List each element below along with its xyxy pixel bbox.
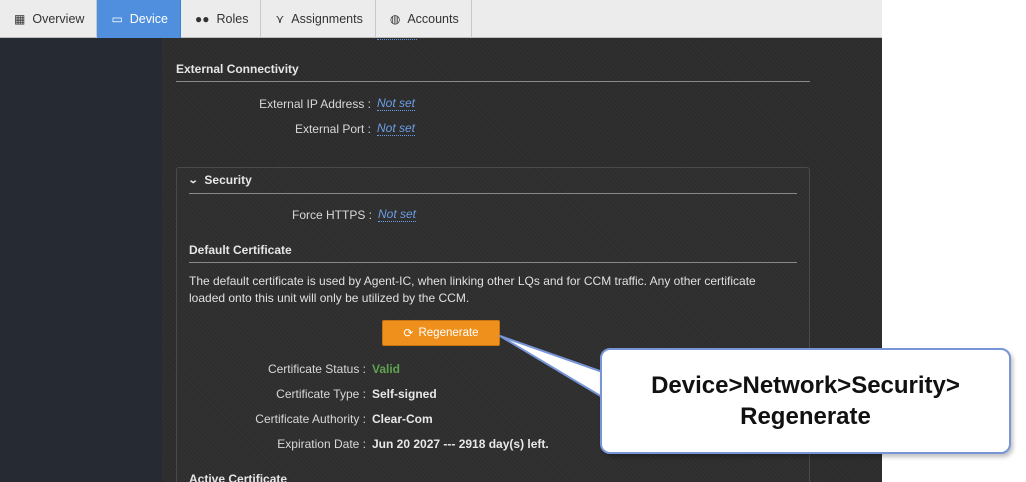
- expiration-date-value: Jun 20 2027 --- 2918 day(s) left.: [372, 437, 549, 451]
- divider: [176, 81, 810, 82]
- certificate-authority-row: Certificate Authority : Clear-Com: [189, 411, 433, 427]
- divider: [189, 262, 797, 263]
- annotation-callout: Device>Network>Security> Regenerate: [600, 348, 1011, 454]
- default-certificate-title: Default Certificate: [189, 243, 292, 257]
- tab-device[interactable]: ▭ Device: [97, 0, 181, 38]
- force-https-label: Force HTTPS :: [291, 208, 372, 222]
- certificate-status-value: Valid: [372, 362, 401, 376]
- default-certificate-description: The default certificate is used by Agent…: [189, 274, 756, 305]
- external-ip-label: External IP Address :: [259, 97, 371, 111]
- certificate-type-label: Certificate Type :: [276, 387, 366, 401]
- security-panel-header[interactable]: ⌄ Security: [187, 173, 252, 187]
- tab-label: Accounts: [407, 12, 459, 26]
- tab-label: Device: [129, 12, 168, 26]
- users-icon: ●●: [195, 12, 210, 26]
- sidebar: [0, 38, 162, 482]
- external-port-row: External Port : Not set: [176, 121, 416, 137]
- certificate-type-row: Certificate Type : Self-signed: [189, 386, 437, 402]
- callout-line-1: Device>Network>Security>: [651, 372, 960, 399]
- regenerate-label: Regenerate: [418, 327, 479, 339]
- tab-label: Assignments: [291, 12, 363, 26]
- divider: [189, 193, 797, 194]
- certificate-type-value: Self-signed: [372, 387, 437, 401]
- callout-line-2: Regenerate: [740, 403, 871, 430]
- active-certificate-title: Active Certificate: [189, 472, 288, 482]
- certificate-status-label: Certificate Status :: [267, 362, 366, 376]
- cut-off-link: [377, 38, 417, 40]
- force-https-value[interactable]: Not set: [378, 208, 417, 222]
- tab-roles[interactable]: ●● Roles: [181, 0, 262, 38]
- tab-accounts[interactable]: ◍ Accounts: [376, 0, 472, 38]
- grid-icon: ▦: [14, 12, 26, 26]
- certificate-status-row: Certificate Status : Valid: [189, 361, 400, 377]
- tab-assignments[interactable]: ⋎ Assignments: [261, 0, 376, 38]
- regenerate-button[interactable]: ⟳ Regenerate: [382, 320, 500, 346]
- tab-label: Overview: [32, 12, 85, 26]
- split-arrow-icon: ⋎: [275, 12, 285, 26]
- top-nav: ▦ Overview ▭ Device ●● Roles ⋎ Assignmen…: [0, 0, 882, 38]
- expiration-date-row: Expiration Date : Jun 20 2027 --- 2918 d…: [189, 436, 549, 452]
- external-port-value[interactable]: Not set: [377, 122, 416, 136]
- force-https-row: Force HTTPS : Not set: [189, 207, 417, 223]
- certificate-authority-label: Certificate Authority :: [255, 412, 366, 426]
- tab-overview[interactable]: ▦ Overview: [0, 0, 98, 38]
- external-connectivity-title: External Connectivity: [176, 62, 299, 76]
- globe-icon: ◍: [389, 12, 401, 26]
- tab-label: Roles: [216, 12, 249, 26]
- external-ip-row: External IP Address : Not set: [176, 96, 416, 112]
- chevron-down-icon: ⌄: [187, 174, 199, 186]
- external-port-label: External Port :: [294, 122, 371, 136]
- external-ip-value[interactable]: Not set: [377, 97, 416, 111]
- refresh-icon: ⟳: [403, 326, 414, 340]
- device-icon: ▭: [111, 12, 123, 26]
- security-title: Security: [204, 173, 252, 187]
- certificate-authority-value: Clear-Com: [372, 412, 433, 426]
- expiration-date-label: Expiration Date :: [277, 437, 366, 451]
